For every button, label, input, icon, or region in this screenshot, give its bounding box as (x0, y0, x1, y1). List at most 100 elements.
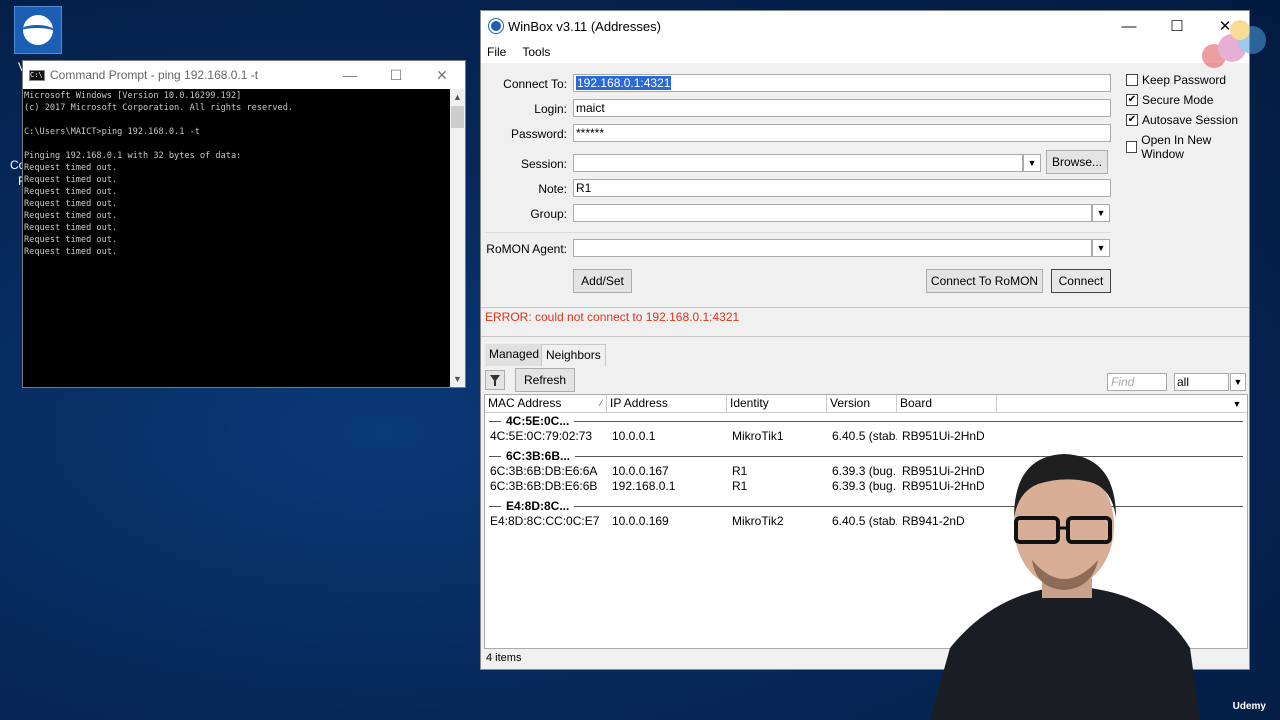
connect-to-label: Connect To: (503, 77, 567, 91)
error-message: ERROR: could not connect to 192.168.0.1:… (485, 310, 740, 324)
group-label: Group: (530, 207, 567, 221)
column-label: MAC Address (488, 396, 562, 410)
connect-button[interactable]: Connect (1051, 269, 1111, 293)
browse-button[interactable]: Browse... (1046, 150, 1108, 174)
table-cell: 10.0.0.1 (612, 429, 656, 443)
table-cell: E4:8D:8C:CC:0C:E7 (490, 514, 600, 528)
romon-agent-label: RoMON Agent: (486, 242, 567, 256)
cmd-title-bar[interactable]: C:\ Command Prompt - ping 192.168.0.1 -t… (23, 61, 465, 89)
group-line (489, 505, 501, 507)
romon-agent-input[interactable] (573, 239, 1092, 257)
globe-icon (23, 15, 53, 45)
cmd-icon: C:\ (29, 69, 45, 81)
column-header-mac[interactable]: MAC Address ⁄ (485, 395, 607, 412)
group-line (489, 420, 501, 422)
divider (481, 336, 1249, 337)
group-label: 4C:5E:0C... (506, 414, 570, 428)
tab-neighbors[interactable]: Neighbors (541, 344, 606, 366)
table-cell: 6C:3B:6B:DB:E6:6A (490, 464, 598, 478)
table-cell: 10.0.0.169 (612, 514, 669, 528)
password-label: Password: (510, 127, 567, 141)
table-cell: 4C:5E:0C:79:02:73 (490, 429, 593, 443)
group-input[interactable] (573, 204, 1092, 222)
table-cell: MikroTik2 (732, 514, 784, 528)
checkbox-icon (1126, 141, 1138, 153)
columns-menu-icon[interactable]: ▼ (1229, 396, 1245, 412)
command-prompt-window[interactable]: C:\ Command Prompt - ping 192.168.0.1 -t… (22, 60, 466, 388)
channel-logo-icon (1202, 20, 1266, 68)
table-cell: MikroTik1 (732, 429, 784, 443)
table-cell: 6C:3B:6B:DB:E6:6B (490, 479, 598, 493)
divider (485, 232, 1111, 233)
note-input[interactable]: R1 (573, 179, 1111, 197)
connect-to-romon-button[interactable]: Connect To RoMON (926, 269, 1043, 293)
password-input[interactable]: ****** (573, 124, 1111, 142)
secure-mode-checkbox[interactable]: ✔ Secure Mode (1126, 93, 1213, 107)
login-label: Login: (534, 102, 567, 116)
minimize-button[interactable]: — (1105, 12, 1153, 40)
open-in-new-window-checkbox[interactable]: Open In New Window (1126, 133, 1249, 161)
menu-bar: File Tools (481, 41, 1249, 63)
group-line (574, 420, 1243, 422)
checkbox-label: Open In New Window (1141, 133, 1212, 161)
table-cell: 10.0.0.167 (612, 464, 669, 478)
filter-select[interactable]: all (1174, 373, 1229, 391)
table-cell: 6.40.5 (stab... (832, 514, 897, 528)
tab-managed[interactable]: Managed (485, 344, 544, 366)
column-header-ip[interactable]: IP Address (607, 395, 727, 412)
group-label: 6C:3B:6B... (506, 449, 571, 463)
cmd-title: Command Prompt - ping 192.168.0.1 -t (50, 68, 259, 82)
minimize-button[interactable]: — (327, 61, 373, 89)
checkmark-icon: ✔ (1126, 114, 1138, 126)
table-cell: R1 (732, 479, 748, 493)
presenter-video (930, 454, 1200, 720)
table-cell: RB951Ui-2HnD (902, 429, 985, 443)
table-cell: 6.39.3 (bug... (832, 479, 897, 493)
connect-to-input[interactable]: 192.168.0.1:4321 (573, 74, 1111, 92)
column-header-identity[interactable]: Identity (727, 395, 827, 412)
table-header: MAC Address ⁄ IP Address Identity Version… (485, 395, 1247, 413)
table-row[interactable]: 4C:5E:0C:79:02:73 10.0.0.1 MikroTik1 6.40.5… (485, 429, 1247, 444)
find-input[interactable]: Find (1107, 373, 1167, 391)
add-set-button[interactable]: Add/Set (573, 269, 632, 293)
desktop-app-icon[interactable] (14, 6, 62, 54)
winbox-title: WinBox v3.11 (Addresses) (508, 18, 661, 34)
filter-icon[interactable] (485, 370, 505, 390)
cmd-scrollbar[interactable]: ▲ ▼ (450, 89, 465, 387)
group-header[interactable]: 4C:5E:0C... (485, 413, 1247, 429)
table-cell: 6.40.5 (stab... (832, 429, 897, 443)
udemy-watermark: Udemy (1232, 701, 1266, 712)
checkbox-label: Secure Mode (1142, 93, 1214, 107)
winbox-title-bar[interactable]: WinBox v3.11 (Addresses) — ☐ ✕ (481, 11, 1249, 41)
scroll-thumb[interactable] (451, 106, 464, 128)
scroll-up-icon[interactable]: ▲ (450, 89, 465, 105)
maximize-button[interactable]: ☐ (373, 61, 419, 89)
menu-file[interactable]: File (487, 45, 506, 59)
maximize-button[interactable]: ☐ (1153, 12, 1201, 40)
checkbox-label: Autosave Session (1142, 113, 1239, 127)
checkbox-icon (1126, 74, 1138, 86)
romon-agent-dropdown-icon[interactable]: ▼ (1092, 239, 1110, 257)
column-header-board[interactable]: Board (897, 395, 997, 412)
filter-dropdown-icon[interactable]: ▼ (1230, 373, 1246, 391)
checkmark-icon: ✔ (1126, 94, 1138, 106)
divider (481, 307, 1249, 308)
session-input[interactable] (573, 154, 1023, 172)
table-cell: 6.39.3 (bug... (832, 464, 897, 478)
connect-to-value: 192.168.0.1:4321 (576, 76, 672, 90)
winbox-icon (489, 19, 503, 33)
column-header-version[interactable]: Version (827, 395, 897, 412)
note-label: Note: (538, 182, 567, 196)
sort-icon: ⁄ (600, 398, 602, 408)
menu-tools[interactable]: Tools (522, 45, 550, 59)
table-cell: R1 (732, 464, 748, 478)
login-input[interactable]: maict (573, 99, 1111, 117)
session-dropdown-icon[interactable]: ▼ (1023, 154, 1041, 172)
cmd-output[interactable]: Microsoft Windows [Version 10.0.16299.19… (23, 89, 451, 387)
scroll-down-icon[interactable]: ▼ (450, 371, 465, 387)
group-dropdown-icon[interactable]: ▼ (1092, 204, 1110, 222)
table-cell: 192.168.0.1 (612, 479, 676, 493)
refresh-button[interactable]: Refresh (515, 368, 575, 392)
autosave-session-checkbox[interactable]: ✔ Autosave Session (1126, 113, 1238, 127)
close-button[interactable]: ✕ (419, 61, 465, 89)
